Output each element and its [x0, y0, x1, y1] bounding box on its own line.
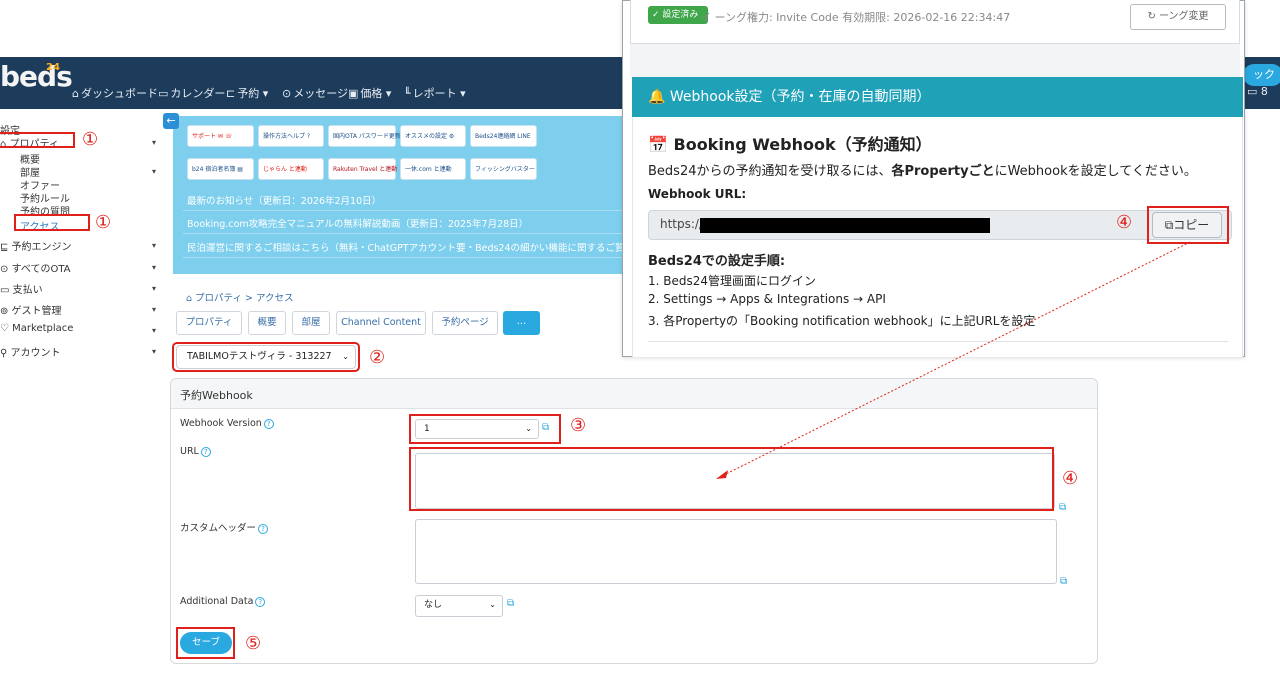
annotation-arrow: [716, 241, 1191, 479]
